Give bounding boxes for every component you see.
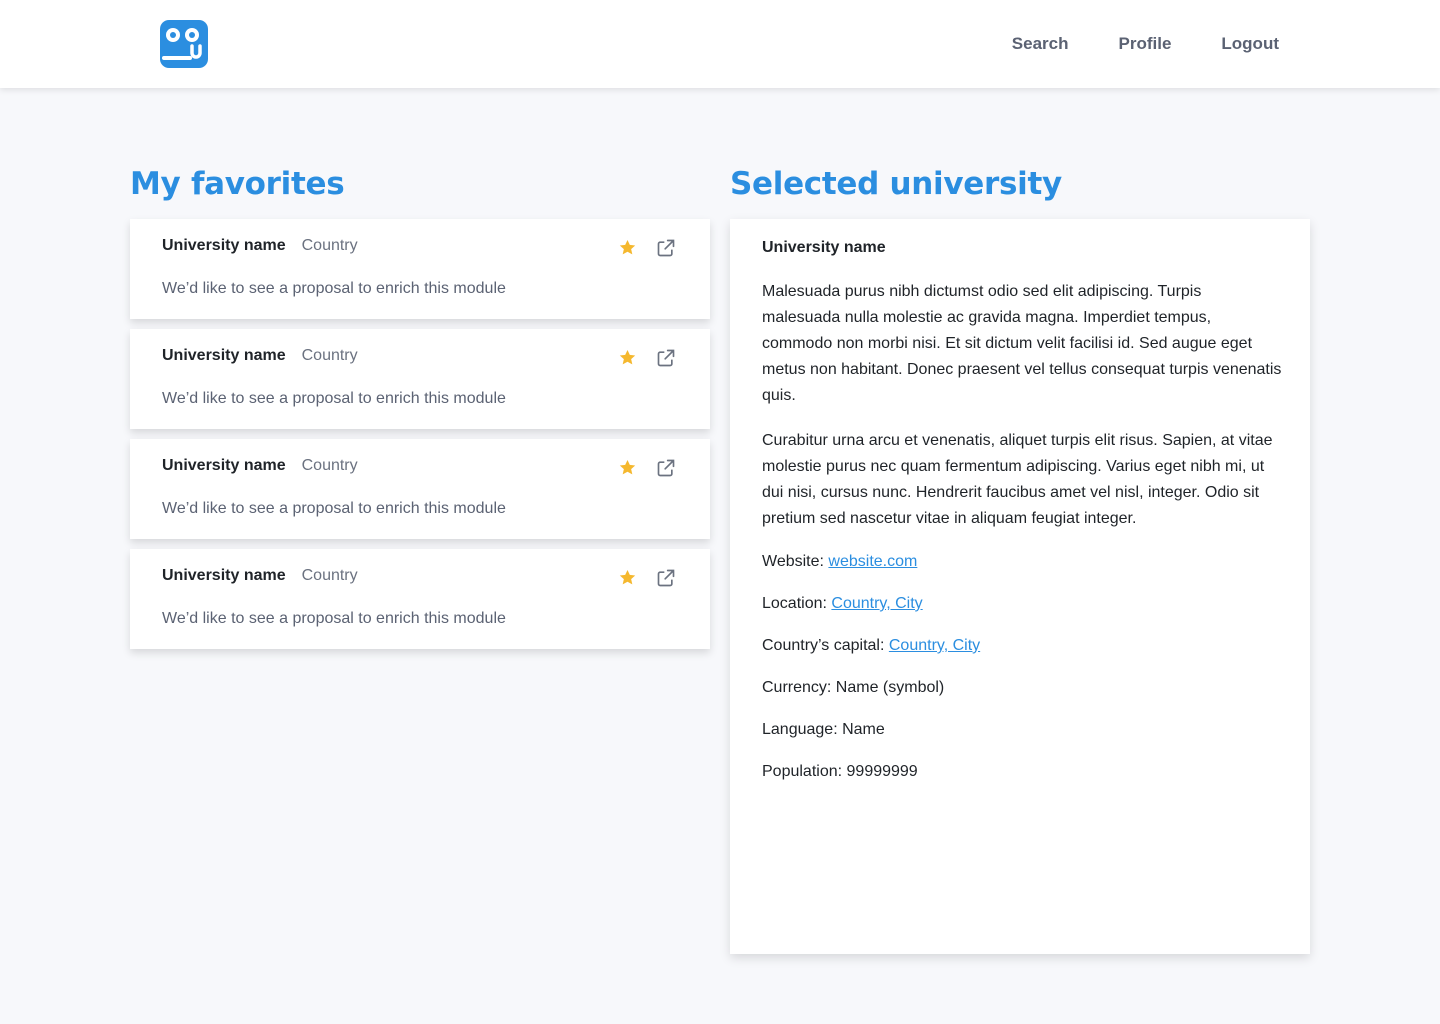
favorites-title: My favorites bbox=[130, 166, 345, 202]
language-label: Language: bbox=[762, 721, 843, 738]
favorite-university-name: University name bbox=[162, 457, 286, 474]
favorite-card[interactable]: University name Country We’d like to see… bbox=[130, 549, 710, 649]
nav-profile-link[interactable]: Profile bbox=[1119, 33, 1172, 55]
currency-row: Currency: Name (symbol) bbox=[762, 677, 1282, 699]
main-nav: Search Profile Logout bbox=[1012, 33, 1279, 55]
external-link-icon[interactable] bbox=[656, 568, 676, 588]
nav-search-link[interactable]: Search bbox=[1012, 33, 1069, 55]
external-link-icon[interactable] bbox=[656, 238, 676, 258]
top-navbar: Search Profile Logout bbox=[0, 0, 1440, 88]
population-row: Population: 99999999 bbox=[762, 761, 1282, 783]
favorites-list: University name Country We’d like to see… bbox=[130, 219, 710, 659]
star-icon[interactable] bbox=[618, 238, 637, 257]
capital-row: Country’s capital: Country, City bbox=[762, 635, 1282, 657]
favorite-description: We’d like to see a proposal to enrich th… bbox=[162, 500, 506, 517]
location-link[interactable]: Country, City bbox=[831, 595, 922, 612]
favorite-country: Country bbox=[301, 237, 358, 254]
star-icon[interactable] bbox=[618, 458, 637, 477]
favorite-university-name: University name bbox=[162, 567, 286, 584]
favorite-country: Country bbox=[301, 347, 358, 364]
selected-university-title: Selected university bbox=[730, 166, 1062, 202]
favorite-card[interactable]: University name Country We’d like to see… bbox=[130, 439, 710, 539]
location-row: Location: Country, City bbox=[762, 593, 1282, 615]
brand-logo-icon[interactable] bbox=[160, 20, 208, 68]
website-label: Website: bbox=[762, 553, 829, 570]
star-icon[interactable] bbox=[618, 568, 637, 587]
capital-label: Country’s capital: bbox=[762, 637, 889, 654]
favorite-description: We’d like to see a proposal to enrich th… bbox=[162, 280, 506, 297]
description-paragraph: Malesuada purus nibh dictumst odio sed e… bbox=[762, 283, 1282, 404]
favorite-university-name: University name bbox=[162, 347, 286, 364]
website-row: Website: website.com bbox=[762, 551, 1282, 573]
website-link[interactable]: website.com bbox=[828, 553, 917, 570]
nav-logout-link[interactable]: Logout bbox=[1221, 33, 1279, 55]
favorite-card[interactable]: University name Country We’d like to see… bbox=[130, 219, 710, 319]
external-link-icon[interactable] bbox=[656, 348, 676, 368]
favorite-country: Country bbox=[301, 457, 358, 474]
currency-value: Name (symbol) bbox=[835, 679, 945, 696]
population-value: 99999999 bbox=[846, 763, 918, 780]
favorite-description: We’d like to see a proposal to enrich th… bbox=[162, 390, 506, 407]
currency-label: Currency: bbox=[762, 679, 836, 696]
selected-university-panel: University name Malesuada purus nibh dic… bbox=[730, 219, 1310, 954]
capital-link[interactable]: Country, City bbox=[889, 637, 980, 654]
language-value: Name bbox=[842, 721, 885, 738]
favorite-description: We’d like to see a proposal to enrich th… bbox=[162, 610, 506, 627]
population-label: Population: bbox=[762, 763, 847, 780]
description-paragraph: Curabitur urna arcu et venenatis, alique… bbox=[762, 432, 1273, 527]
star-icon[interactable] bbox=[618, 348, 637, 367]
favorite-university-name: University name bbox=[162, 237, 286, 254]
language-row: Language: Name bbox=[762, 719, 1282, 741]
selected-university-name: University name bbox=[762, 239, 886, 256]
favorite-card[interactable]: University name Country We’d like to see… bbox=[130, 329, 710, 429]
location-label: Location: bbox=[762, 595, 832, 612]
favorite-country: Country bbox=[301, 567, 358, 584]
external-link-icon[interactable] bbox=[656, 458, 676, 478]
